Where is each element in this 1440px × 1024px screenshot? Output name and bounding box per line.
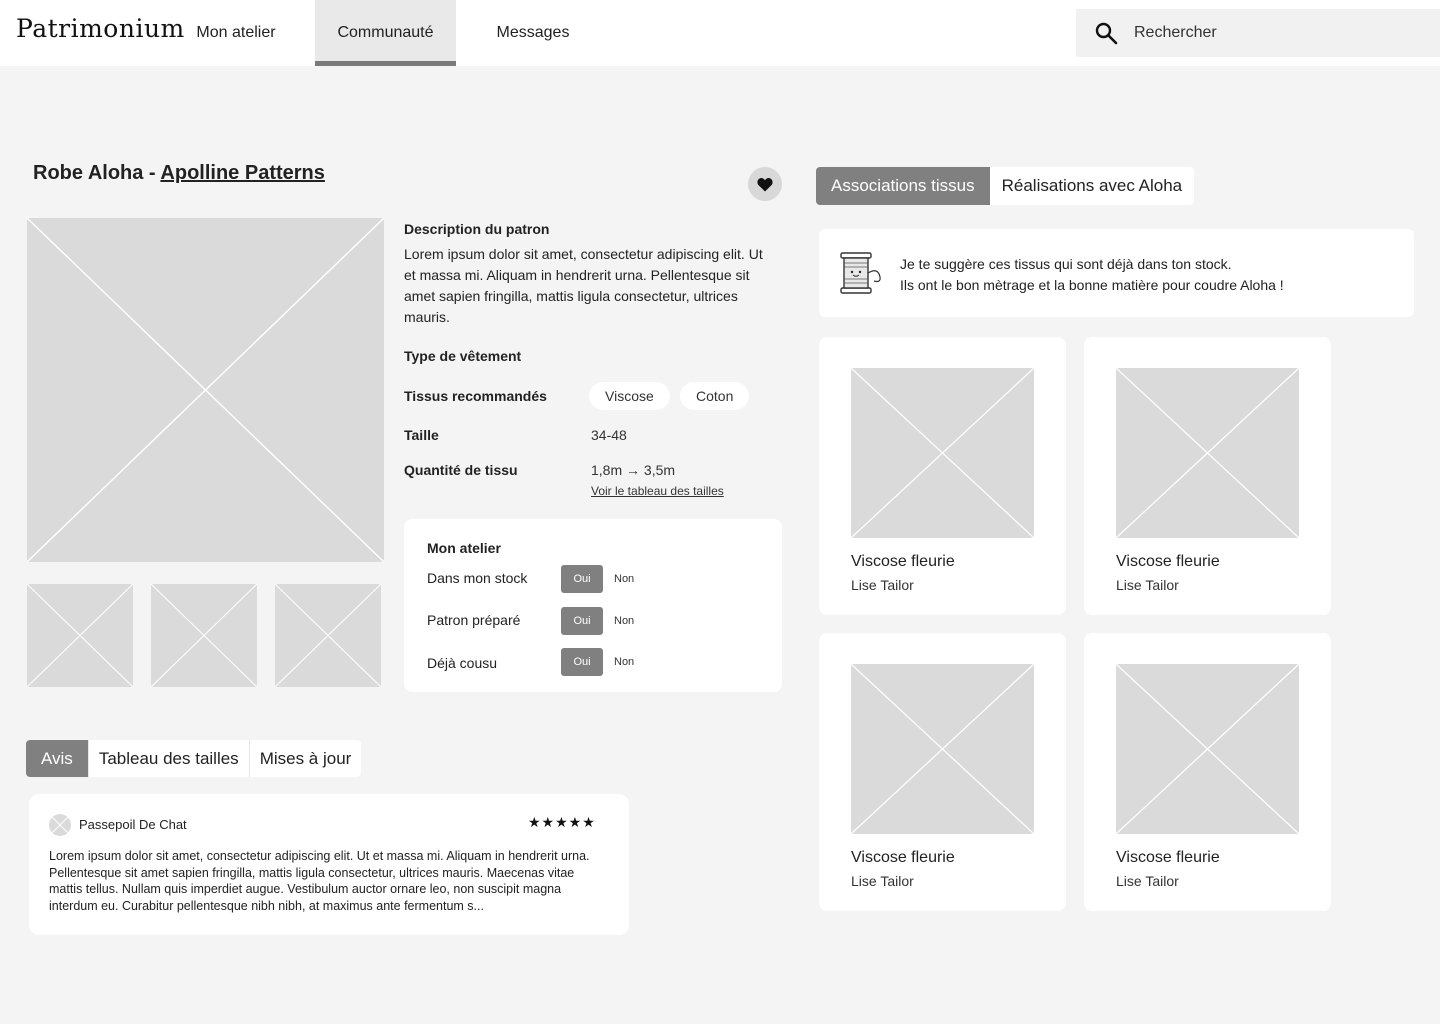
fabric-card[interactable]: Viscose fleurie Lise Tailor xyxy=(819,633,1066,911)
main-pattern-image[interactable] xyxy=(27,218,384,562)
suggestion-banner: Je te suggère ces tissus qui sont déjà d… xyxy=(819,229,1414,317)
fabric-name: Viscose fleurie xyxy=(1116,553,1220,570)
nav-tab-communaute[interactable]: Communauté xyxy=(315,0,456,66)
quantity-value: 1,8m → 3,5m xyxy=(591,462,676,478)
in-stock-label: Dans mon stock xyxy=(427,570,528,586)
description-text: Lorem ipsum dolor sit amet, consectetur … xyxy=(404,246,763,325)
quantity-label: Quantité de tissu xyxy=(404,462,518,478)
heart-icon xyxy=(757,177,773,191)
search-box xyxy=(1076,9,1440,57)
top-navigation-bar: Patrimonium Mon atelier Communauté Messa… xyxy=(0,0,1440,66)
suggestion-line: Ils ont le bon mètrage et la bonne matiè… xyxy=(900,277,1284,293)
pattern-prepared-toggle: Oui Non xyxy=(561,607,645,635)
designer-link[interactable]: Apolline Patterns xyxy=(160,162,324,184)
search-input[interactable] xyxy=(1134,9,1424,57)
app-logo[interactable]: Patrimonium xyxy=(16,14,185,43)
tab-size-chart[interactable]: Tableau des tailles xyxy=(89,740,250,777)
tab-fabric-associations[interactable]: Associations tissus xyxy=(816,167,990,205)
fabric-chip[interactable]: Viscose xyxy=(589,382,670,410)
thread-spool-icon xyxy=(840,252,881,294)
atelier-card: Mon atelier Dans mon stock Oui Non Patro… xyxy=(404,519,782,692)
yes-option[interactable]: Oui xyxy=(561,565,603,593)
suggestion-text: Je te suggère ces tissus qui sont déjà d… xyxy=(900,254,1284,296)
page-title: Robe Aloha - Apolline Patterns xyxy=(33,162,325,185)
fabric-card[interactable]: Viscose fleurie Lise Tailor xyxy=(819,337,1066,615)
garment-type-label: Type de vêtement xyxy=(404,348,522,364)
favorite-button[interactable] xyxy=(748,167,782,201)
pattern-name: Robe Aloha - xyxy=(33,162,161,184)
fabric-name: Viscose fleurie xyxy=(1116,849,1220,866)
fabric-image xyxy=(1116,368,1299,538)
no-option[interactable]: Non xyxy=(603,607,645,635)
fabric-tabs: Associations tissus Réalisations avec Al… xyxy=(816,167,1195,205)
yes-option[interactable]: Oui xyxy=(561,607,603,635)
review-card: Passepoil De Chat ★★★★★ Lorem ipsum dolo… xyxy=(29,794,629,935)
tab-avis[interactable]: Avis xyxy=(26,740,89,777)
fabric-chip[interactable]: Coton xyxy=(680,382,750,410)
star-rating: ★★★★★ xyxy=(528,814,596,830)
search-icon[interactable] xyxy=(1094,21,1118,45)
nav-tab-mon-atelier[interactable]: Mon atelier xyxy=(176,0,296,66)
fabric-name: Viscose fleurie xyxy=(851,553,955,570)
fabric-brand: Lise Tailor xyxy=(1116,577,1179,593)
thumbnail-image[interactable] xyxy=(151,584,257,687)
no-option[interactable]: Non xyxy=(603,648,645,676)
in-stock-toggle: Oui Non xyxy=(561,565,645,593)
pattern-prepared-label: Patron préparé xyxy=(427,612,521,628)
fabric-card[interactable]: Viscose fleurie Lise Tailor xyxy=(1084,633,1331,911)
review-text: Lorem ipsum dolor sit amet, consectetur … xyxy=(49,849,590,913)
thumbnail-image[interactable] xyxy=(275,584,381,687)
atelier-title: Mon atelier xyxy=(427,540,501,556)
fabric-brand: Lise Tailor xyxy=(851,577,914,593)
fabric-brand: Lise Tailor xyxy=(851,873,914,889)
already-sewn-label: Déjà cousu xyxy=(427,655,498,671)
fabric-card[interactable]: Viscose fleurie Lise Tailor xyxy=(1084,337,1331,615)
reviewer-name[interactable]: Passepoil De Chat xyxy=(79,817,187,832)
nav-tab-messages[interactable]: Messages xyxy=(476,0,590,66)
no-option[interactable]: Non xyxy=(603,565,645,593)
size-label: Taille xyxy=(404,427,439,443)
review-tabs: Avis Tableau des tailles Mises à jour xyxy=(26,740,362,777)
fabric-image xyxy=(1116,664,1299,834)
fabric-brand: Lise Tailor xyxy=(1116,873,1179,889)
already-sewn-toggle: Oui Non xyxy=(561,648,645,676)
fabric-name: Viscose fleurie xyxy=(851,849,955,866)
yes-option[interactable]: Oui xyxy=(561,648,603,676)
fabrics-label: Tissus recommandés xyxy=(404,388,547,404)
description-title: Description du patron xyxy=(404,221,550,237)
fabric-image xyxy=(851,664,1034,834)
suggestion-line: Je te suggère ces tissus qui sont déjà d… xyxy=(900,256,1232,272)
tab-updates[interactable]: Mises à jour xyxy=(250,740,362,777)
avatar xyxy=(49,814,71,836)
size-value: 34-48 xyxy=(591,427,627,443)
thumbnail-image[interactable] xyxy=(27,584,133,687)
size-chart-link[interactable]: Voir le tableau des tailles xyxy=(591,484,724,498)
fabric-image xyxy=(851,368,1034,538)
tab-realisations[interactable]: Réalisations avec Aloha xyxy=(990,167,1195,205)
